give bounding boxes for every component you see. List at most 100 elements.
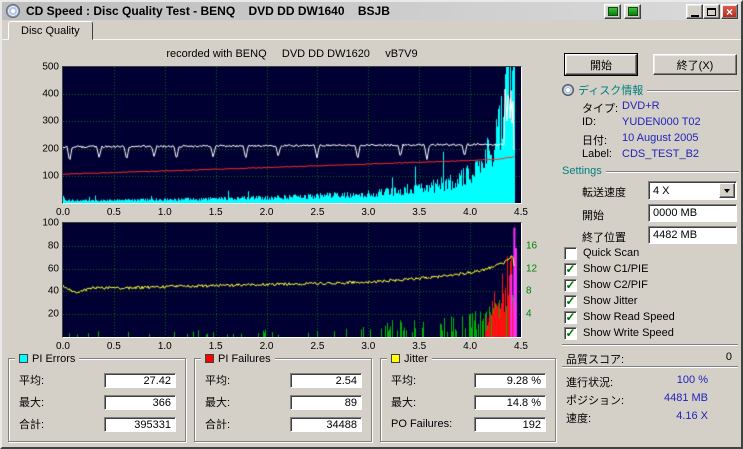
disc-icon (562, 84, 574, 96)
axis-tick-label: 8 (526, 285, 532, 297)
pi-errors-average-label: 平均: (19, 375, 45, 387)
checkbox-row-show-write-speed[interactable]: ✓ Show Write Speed (564, 326, 674, 340)
axis-tick-label: 4 (526, 308, 532, 320)
pi-errors-panel-title: PI Errors (15, 352, 80, 365)
checkbox-row-show-c2-pif[interactable]: ✓ Show C2/PIF (564, 278, 648, 292)
pi-failures-max-value: 89 (290, 394, 362, 410)
pi-errors-total-value: 395331 (104, 416, 176, 432)
checkbox-row-show-c1-pie[interactable]: ✓ Show C1/PIE (564, 262, 648, 276)
po-failures-label: PO Failures: (391, 418, 453, 430)
axis-tick-label: 4.5 (514, 207, 528, 218)
disc-type-label: タイプ: (582, 103, 619, 115)
show-c2-pif-checkbox[interactable]: ✓ (564, 277, 577, 292)
axis-tick-label: 20 (47, 308, 59, 320)
titlebar-tool-button-2[interactable] (624, 4, 641, 19)
axis-tick-label: 3.0 (361, 207, 376, 218)
recorded-with-label: recorded with BENQ DVD DD DW1620 vB7V9 (166, 48, 418, 60)
progress-value: 100 % (676, 374, 708, 386)
show-read-speed-checkbox[interactable]: ✓ (564, 310, 577, 324)
titlebar-tool-button-1[interactable] (604, 4, 621, 19)
jitter-color-chip (391, 354, 400, 363)
pi-failures-total-label: 合計: (205, 419, 231, 431)
checkbox-row-show-read-speed[interactable]: ✓ Show Read Speed (564, 310, 675, 324)
pif-jitter-chart: 20 40 60 80 100 0.0 0.5 1.0 1.5 2.0 2.5 3.0 3.5 4.0 4.… (42, 218, 537, 353)
show-c1-pie-checkbox[interactable]: ✓ (564, 261, 577, 276)
pi-failures-panel: PI Failures 平均: 2.54 最大: 89 合計: 34488 (194, 352, 372, 442)
close-button[interactable]: × (721, 4, 738, 19)
header-rule (605, 170, 739, 173)
axis-tick-label: 100 (42, 170, 59, 182)
axis-tick-label: 400 (42, 88, 59, 100)
show-read-speed-label: Show Read Speed (583, 311, 675, 323)
pie-errors-speed-chart: 100 200 300 400 500 0.0 0.5 1.0 1.5 2.0 2.5 3.0 3.5 4… (42, 62, 528, 219)
exit-button[interactable]: 終了(X) (653, 54, 737, 75)
axis-tick-label: 2.0 (259, 341, 274, 352)
minimize-button[interactable] (686, 4, 703, 19)
quick-scan-checkbox[interactable]: ✓ (564, 246, 577, 260)
checkbox-row-show-jitter[interactable]: ✓ Show Jitter (564, 294, 637, 308)
chevron-down-icon (724, 188, 730, 193)
tab-disc-quality[interactable]: Disc Quality (8, 21, 93, 40)
po-failures-value: 192 (474, 416, 546, 432)
transfer-speed-select[interactable]: 4 X (648, 181, 737, 200)
start-button[interactable]: 開始 (564, 53, 638, 76)
pi-failures-title-label: PI Failures (218, 352, 271, 365)
app-cd-icon (6, 4, 20, 18)
pi-failures-max-label: 最大: (205, 397, 231, 409)
jitter-average-value: 9.28 % (474, 372, 546, 388)
axis-tick-label: 300 (42, 115, 59, 127)
pi-errors-color-chip (19, 354, 28, 363)
jitter-max-label: 最大: (391, 397, 417, 409)
show-jitter-checkbox[interactable]: ✓ (564, 294, 577, 308)
check-icon: ✓ (565, 277, 576, 292)
axis-tick-label: 4.0 (463, 207, 478, 218)
titlebar[interactable]: CD Speed : Disc Quality Test - BENQ DVD … (2, 2, 741, 20)
show-write-speed-checkbox[interactable]: ✓ (564, 326, 577, 340)
start-position-input[interactable] (648, 204, 737, 222)
pi-errors-max-value: 366 (104, 394, 176, 410)
jitter-title-label: Jitter (404, 352, 428, 365)
axis-tick-label: 0.0 (56, 341, 70, 352)
separator (562, 344, 738, 346)
show-c1-pie-label: Show C1/PIE (583, 263, 649, 275)
settings-header: Settings (562, 164, 739, 178)
axis-tick-label: 200 (42, 143, 59, 155)
disc-id-label: ID: (582, 116, 597, 128)
jitter-max-value: 14.8 % (474, 394, 546, 410)
pi-failures-color-chip (205, 354, 214, 363)
pi-failures-total-value: 34488 (290, 416, 362, 432)
disc-type-value: DVD+R (622, 100, 660, 112)
axis-tick-label: 100 (42, 217, 59, 229)
disc-date-label: 日付: (582, 135, 608, 147)
maximize-icon (707, 7, 716, 16)
check-icon: ✓ (565, 261, 576, 276)
show-write-speed-label: Show Write Speed (583, 327, 674, 339)
tool-icon (627, 7, 638, 16)
axis-tick-label: 2.0 (259, 207, 274, 218)
jitter-panel-title: Jitter (387, 352, 432, 365)
axis-tick-label: 0.5 (106, 341, 121, 352)
axis-tick-label: 80 (47, 240, 59, 252)
axis-tick-label: 3.0 (361, 341, 376, 352)
pi-failures-average-label: 平均: (205, 375, 231, 387)
combo-dropdown-button[interactable] (719, 183, 735, 198)
show-jitter-label: Show Jitter (583, 295, 638, 307)
axis-tick-label: 40 (47, 285, 59, 297)
separator (562, 366, 738, 368)
axis-tick-label: 1.5 (208, 207, 223, 218)
speed-label: 速度: (566, 413, 592, 425)
position-value: 4481 MB (663, 392, 708, 404)
axis-tick-label: 3.5 (412, 207, 427, 218)
disc-date-value: 10 August 2005 (622, 132, 699, 144)
end-position-input[interactable] (648, 226, 737, 244)
transfer-speed-label: 転送速度 (582, 187, 626, 199)
speed-value: 4.16 X (676, 410, 708, 422)
quality-score-value: 0 (725, 351, 732, 363)
pi-failures-average-value: 2.54 (290, 372, 362, 388)
pif-jitter-chart-canvas (63, 223, 521, 337)
checkbox-row-quick-scan[interactable]: ✓ Quick Scan (564, 246, 639, 260)
disc-label-label: Label: (582, 148, 612, 160)
axis-tick-label: 2.5 (310, 207, 325, 218)
maximize-button[interactable] (703, 4, 720, 19)
show-c2-pif-label: Show C2/PIF (583, 279, 648, 291)
